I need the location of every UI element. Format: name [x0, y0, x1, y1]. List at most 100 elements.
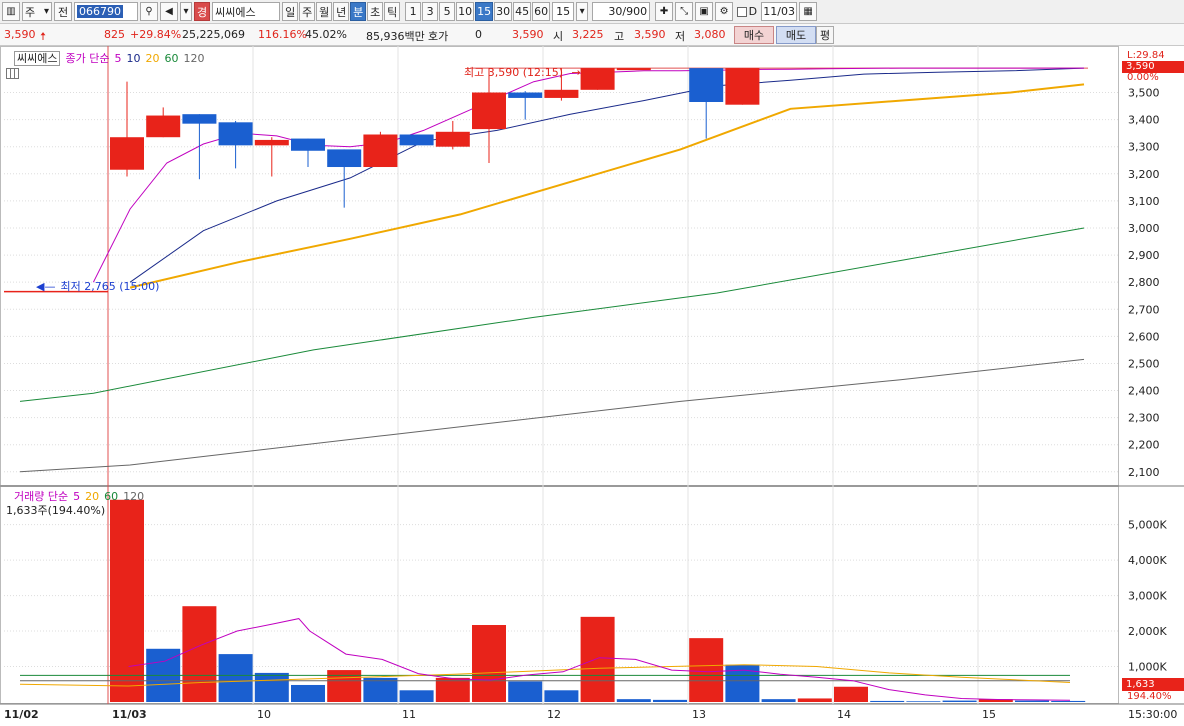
- current-volume-marker: 1,633: [1122, 678, 1184, 691]
- period-tab-week[interactable]: 주: [299, 2, 316, 21]
- price-tick-label: 2,300: [1128, 412, 1160, 425]
- volume-bar: [435, 677, 470, 702]
- volume-bar: [580, 616, 615, 702]
- volume-bar: [472, 625, 506, 702]
- interval-45[interactable]: 45: [513, 2, 532, 21]
- table-icon[interactable]: [6, 68, 19, 79]
- interval-3[interactable]: 3: [422, 2, 439, 21]
- interval-5[interactable]: 5: [439, 2, 456, 21]
- volume-tick-label: 1,000K: [1128, 661, 1167, 674]
- candle-body: [182, 114, 217, 124]
- prev-button[interactable]: 전: [54, 2, 72, 21]
- d-checkbox[interactable]: D: [735, 2, 759, 21]
- period-tab-minute[interactable]: 분: [350, 2, 367, 21]
- price-tick-label: 2,900: [1128, 249, 1160, 262]
- price-tick-label: 3,200: [1128, 168, 1160, 181]
- price-tick-label: 3,100: [1128, 195, 1160, 208]
- interval-30[interactable]: 30: [494, 2, 513, 21]
- x-tick-label: 10: [257, 708, 271, 721]
- candle-body: [146, 115, 181, 138]
- chevron-down-icon[interactable]: ▾: [576, 2, 589, 21]
- volume-bar: [182, 606, 217, 702]
- open-price: 3,225: [572, 28, 604, 41]
- x-tick-label: 14: [837, 708, 851, 721]
- period-tab-month[interactable]: 월: [316, 2, 333, 21]
- price-tick-label: 3,400: [1128, 114, 1160, 127]
- period-tab-year[interactable]: 년: [333, 2, 350, 21]
- interval-buttons: 1 3 5 10 15 30 45 60: [405, 2, 551, 21]
- ma5-period: 5: [114, 52, 122, 65]
- buy-button[interactable]: 매수: [734, 26, 774, 44]
- candle-body: [725, 68, 760, 105]
- volume-bar: [327, 670, 362, 702]
- quote-price: 3,590: [512, 28, 544, 41]
- price-tick-label: 2,200: [1128, 439, 1160, 452]
- search-icon[interactable]: ⚲: [140, 2, 158, 21]
- current-price: 3,590: [4, 28, 36, 41]
- chevron-down-icon[interactable]: ▾: [180, 2, 192, 21]
- ma20-period: 20: [145, 52, 160, 65]
- volume-value: 25,225,069: [182, 28, 245, 41]
- ma-label: 종가 단순: [65, 52, 110, 65]
- candle-body: [291, 138, 325, 151]
- vol-ma120-period: 120: [123, 490, 145, 503]
- quote-label: 호가: [428, 30, 449, 43]
- x-tick-label: 13: [692, 708, 706, 721]
- interval-60[interactable]: 60: [532, 2, 551, 21]
- gear-icon[interactable]: ⚙: [715, 2, 734, 21]
- volume-tick-label: 3,000K: [1128, 590, 1167, 603]
- turnover-rate: 45.02%: [305, 28, 347, 41]
- interval-15[interactable]: 15: [475, 2, 494, 21]
- period-tab-tick[interactable]: 틱: [384, 2, 401, 21]
- price-tick-label: 3,300: [1128, 141, 1160, 154]
- interval-input[interactable]: 15: [552, 2, 575, 21]
- date-input[interactable]: 11/03: [761, 2, 798, 21]
- period-tab-second[interactable]: 초: [367, 2, 384, 21]
- x-tick-label: 11: [402, 708, 416, 721]
- trade-amount: 85,936백만: [366, 30, 425, 43]
- price-legend: 씨씨에스 종가 단순 5 10 20 60 120: [14, 50, 209, 66]
- volume-bar: [942, 700, 977, 702]
- quote-info-bar: 3,590 🠅 825 +29.84% 25,225,069 116.16% 4…: [0, 24, 1184, 46]
- sound-icon[interactable]: ◀: [160, 2, 178, 21]
- candle-body: [616, 68, 651, 71]
- volume-bar: [254, 672, 289, 702]
- low-label: 저: [675, 30, 686, 43]
- volume-bar: [1015, 700, 1049, 702]
- price-change-rate: +29.84%: [130, 28, 182, 41]
- period-tab-day[interactable]: 일: [282, 2, 299, 21]
- average-button[interactable]: 평: [816, 26, 834, 44]
- price-ma60-line: [19, 227, 1085, 402]
- layout-icon[interactable]: ▥: [2, 2, 20, 21]
- volume-bar: [870, 700, 905, 702]
- current-price-pct: 0.00%: [1127, 72, 1159, 83]
- sell-button[interactable]: 매도: [776, 26, 816, 44]
- stock-name-field[interactable]: 씨씨에스: [212, 2, 281, 21]
- candle-body: [435, 131, 470, 147]
- volume-bar: [1051, 700, 1086, 702]
- count-input[interactable]: 30/900: [592, 2, 651, 21]
- chart-area[interactable]: 2,100 2,200 2,300 2,400 2,500 2,600 2,700 2,800…: [0, 46, 1184, 726]
- price-tick-label: 2,600: [1128, 330, 1160, 343]
- x-tick-label: 15: [982, 708, 996, 721]
- crosshair-icon[interactable]: ✚: [655, 2, 674, 21]
- candle-body: [689, 68, 724, 102]
- price-ma20-line: [129, 83, 1085, 289]
- checkbox-box: [737, 6, 747, 17]
- price-tick-label: 2,800: [1128, 276, 1160, 289]
- stock-code-input[interactable]: 066790: [74, 2, 138, 21]
- price-ma5-line: [92, 67, 1084, 283]
- calendar-icon[interactable]: ▦: [799, 2, 818, 21]
- price-panel-frame: [0, 46, 1119, 486]
- save-icon[interactable]: ▣: [695, 2, 714, 21]
- interval-1[interactable]: 1: [405, 2, 422, 21]
- market-select[interactable]: 주 ▾: [22, 2, 52, 21]
- chart-svg[interactable]: 2,100 2,200 2,300 2,400 2,500 2,600 2,700 2,800…: [0, 46, 1184, 726]
- price-tick-label: 3,500: [1128, 87, 1160, 100]
- interval-10[interactable]: 10: [456, 2, 475, 21]
- draw-tool-icon[interactable]: ⤡: [675, 2, 694, 21]
- ma60-period: 60: [164, 52, 179, 65]
- candle-body: [327, 149, 362, 168]
- volume-bar: [399, 690, 434, 702]
- high-price: 3,590: [634, 28, 666, 41]
